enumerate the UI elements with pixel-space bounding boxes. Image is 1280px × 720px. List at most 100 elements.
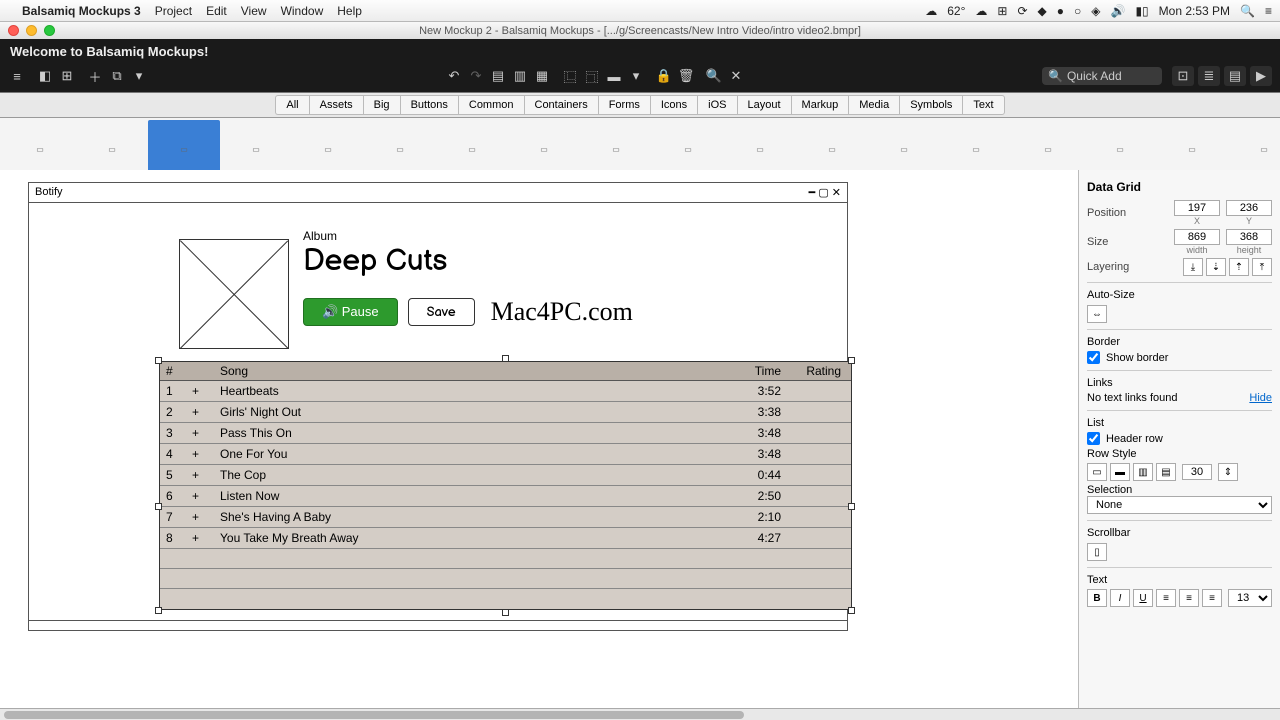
header-row-checkbox[interactable]: Header row [1087,432,1272,445]
height-input[interactable] [1226,229,1272,245]
pos-y-input[interactable] [1226,200,1272,216]
layer-front-icon[interactable]: ⤒ [1252,258,1272,276]
view-mode-b-icon[interactable]: ≣ [1198,66,1220,86]
redo-icon[interactable]: ↷ [467,67,485,85]
width-input[interactable] [1174,229,1220,245]
hide-link[interactable]: Hide [1249,392,1272,404]
tool-a-icon[interactable]: ▤ [489,67,507,85]
layer-icon[interactable]: ▬ [605,67,623,85]
album-image-placeholder[interactable] [179,239,289,349]
selection-handle[interactable] [848,357,855,364]
tab-ios[interactable]: iOS [697,95,736,115]
font-size-select[interactable]: 13 [1228,589,1272,607]
trash-icon[interactable]: 🗑 [677,67,695,85]
show-border-checkbox[interactable]: Show border [1087,351,1272,364]
tool-b-icon[interactable]: ▥ [511,67,529,85]
italic-icon[interactable]: I [1110,589,1130,607]
ungroup-icon[interactable]: ⿹ [583,67,601,85]
zoom-icon[interactable]: 🔍 [705,67,723,85]
layer-backward-icon[interactable]: ⇣ [1206,258,1226,276]
menu-window[interactable]: Window [281,4,324,18]
menu-icon[interactable]: ≡ [8,67,26,85]
chevron-down-icon[interactable]: ▾ [130,67,148,85]
app-name[interactable]: Balsamiq Mockups 3 [22,4,141,18]
selection-handle[interactable] [848,607,855,614]
table-row[interactable]: 7+She's Having A Baby2:10 [160,507,851,528]
tab-containers[interactable]: Containers [524,95,598,115]
mock-close-icon[interactable]: ✕ [832,186,841,199]
layer-forward-icon[interactable]: ⇡ [1229,258,1249,276]
selection-handle[interactable] [502,355,509,362]
zoom-window-icon[interactable] [44,25,55,36]
menu-edit[interactable]: Edit [206,4,227,18]
table-row[interactable]: 1+Heartbeats3:52 [160,381,851,402]
row-height-stepper[interactable]: ⇕ [1218,463,1238,481]
crop-icon[interactable]: ✕ [727,67,745,85]
notification-center-icon[interactable]: ≡ [1265,4,1272,18]
tab-text[interactable]: Text [962,95,1004,115]
selection-handle[interactable] [848,503,855,510]
align-center-icon[interactable]: ≡ [1179,589,1199,607]
panel-grid-icon[interactable]: ⊞ [58,67,76,85]
mock-window[interactable]: Botify ━ ▢ ✕ Album Deep Cuts 🔊 Pause Sav… [28,182,848,631]
duplicate-icon[interactable]: ⧉ [108,67,126,85]
autosize-button[interactable]: ⇔ [1087,305,1107,323]
tab-assets[interactable]: Assets [309,95,363,115]
tool-c-icon[interactable]: ▦ [533,67,551,85]
tab-all[interactable]: All [275,95,308,115]
panel-left-icon[interactable]: ◧ [36,67,54,85]
undo-icon[interactable]: ↶ [445,67,463,85]
rowstyle-2-icon[interactable]: ▬ [1110,463,1130,481]
menu-view[interactable]: View [241,4,267,18]
pos-x-input[interactable] [1174,200,1220,216]
horizontal-scrollbar[interactable] [0,708,1280,720]
row-height-input[interactable] [1182,464,1212,480]
tab-buttons[interactable]: Buttons [400,95,458,115]
table-row[interactable]: 4+One For You3:48 [160,444,851,465]
view-mode-a-icon[interactable]: ⊡ [1172,66,1194,86]
save-button[interactable]: Save [408,298,475,326]
add-icon[interactable]: ＋ [86,67,104,85]
underline-icon[interactable]: U [1133,589,1153,607]
menu-help[interactable]: Help [337,4,362,18]
tab-layout[interactable]: Layout [737,95,791,115]
tab-big[interactable]: Big [363,95,400,115]
table-row[interactable]: 3+Pass This On3:48 [160,423,851,444]
selection-handle[interactable] [502,609,509,616]
lock-icon[interactable]: 🔒 [655,67,673,85]
view-mode-c-icon[interactable]: ▤ [1224,66,1246,86]
dropdown-icon[interactable]: ▾ [627,67,645,85]
table-row[interactable]: 6+Listen Now2:50 [160,486,851,507]
selection-handle[interactable] [155,607,162,614]
mock-minimize-icon[interactable]: ━ [809,186,819,199]
tab-symbols[interactable]: Symbols [899,95,962,115]
minimize-window-icon[interactable] [26,25,37,36]
align-left-icon[interactable]: ≡ [1156,589,1176,607]
rowstyle-4-icon[interactable]: ▤ [1156,463,1176,481]
scrollbar-toggle[interactable]: ▯ [1087,543,1107,561]
align-right-icon[interactable]: ≡ [1202,589,1222,607]
tab-media[interactable]: Media [848,95,899,115]
table-row[interactable]: 8+You Take My Breath Away4:27 [160,528,851,549]
rowstyle-3-icon[interactable]: ▥ [1133,463,1153,481]
group-icon[interactable]: ⿺ [561,67,579,85]
rowstyle-1-icon[interactable]: ▭ [1087,463,1107,481]
tab-forms[interactable]: Forms [598,95,650,115]
tab-markup[interactable]: Markup [791,95,849,115]
selection-handle[interactable] [155,503,162,510]
selection-select[interactable]: None [1087,496,1272,514]
tab-icons[interactable]: Icons [650,95,697,115]
layer-back-icon[interactable]: ⤓ [1183,258,1203,276]
mock-maximize-icon[interactable]: ▢ [818,186,831,199]
present-icon[interactable]: ▶ [1250,66,1272,86]
bold-icon[interactable]: B [1087,589,1107,607]
selection-handle[interactable] [155,357,162,364]
table-row[interactable]: 2+Girls' Night Out3:38 [160,402,851,423]
canvas[interactable]: Botify ━ ▢ ✕ Album Deep Cuts 🔊 Pause Sav… [0,170,1078,708]
menu-project[interactable]: Project [155,4,192,18]
quick-add-input[interactable]: 🔍 Quick Add [1042,67,1162,85]
data-grid[interactable]: # Song Time Rating 1+Heartbeats3:522+Gir… [159,361,852,610]
tab-common[interactable]: Common [458,95,524,115]
search-icon[interactable]: 🔍 [1240,4,1255,18]
close-window-icon[interactable] [8,25,19,36]
